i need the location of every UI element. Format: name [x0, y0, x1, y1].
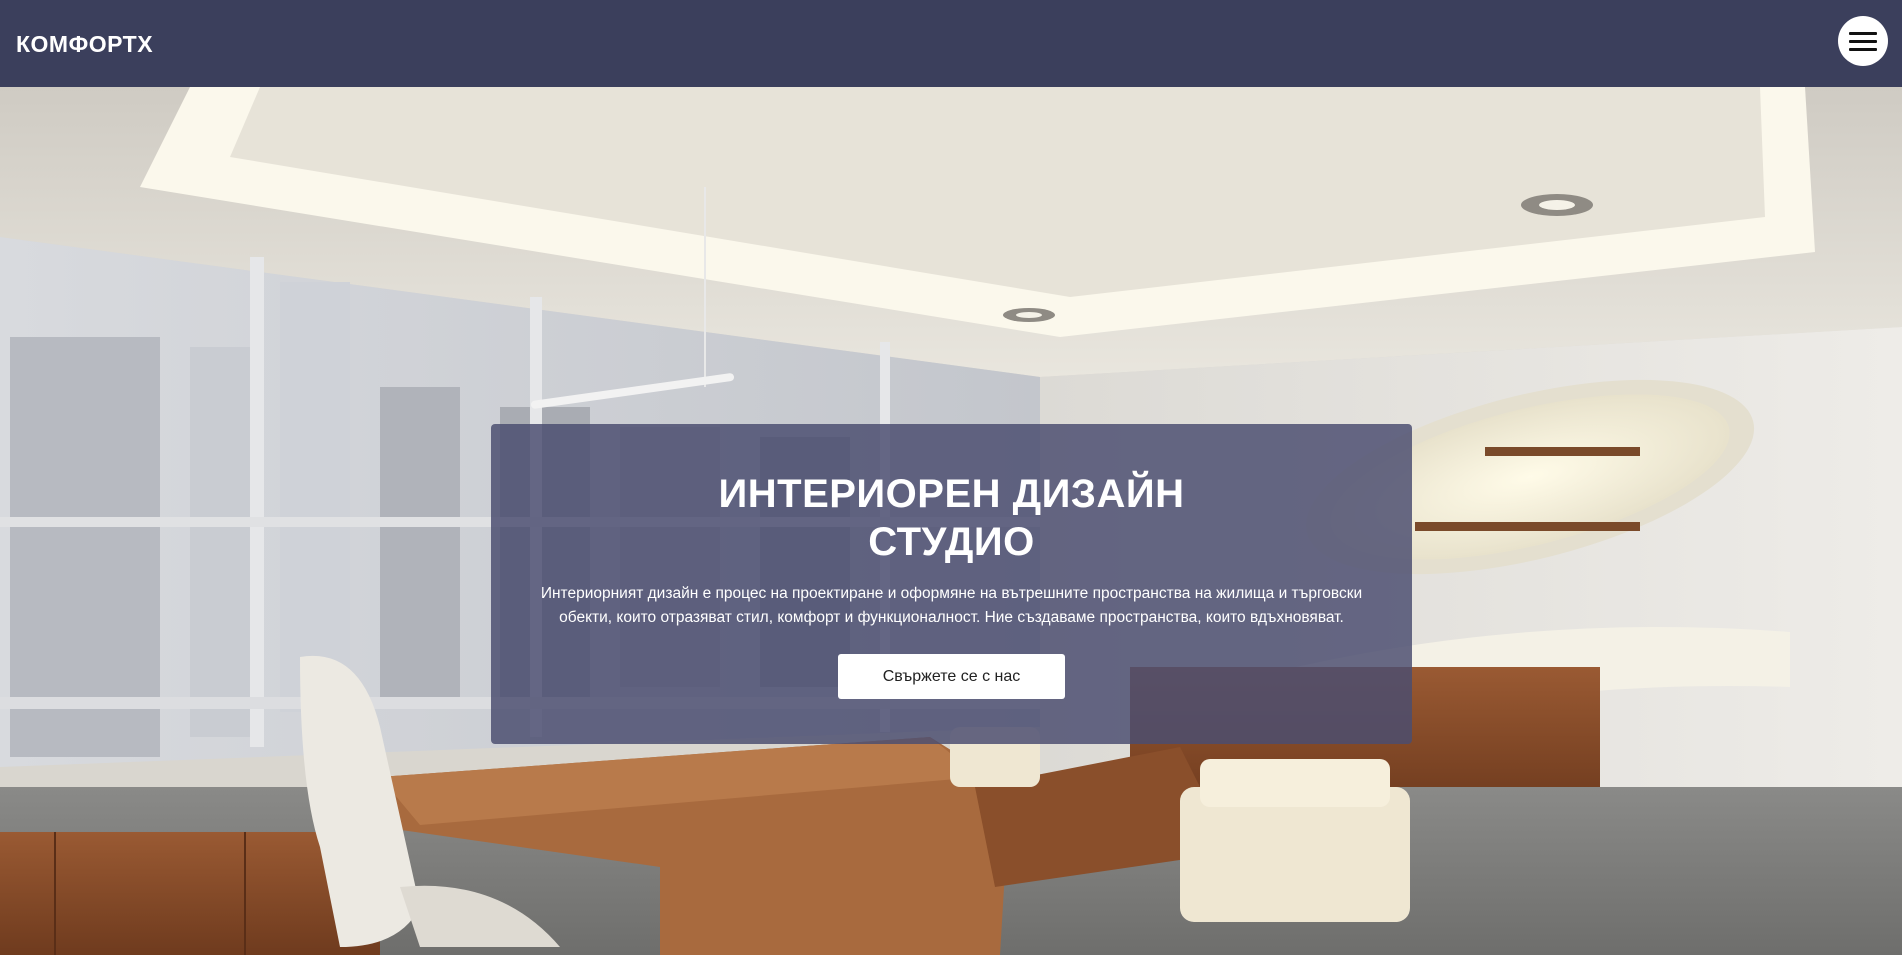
hero-description-line2: обекти, които отразяват стил, комфорт и …	[559, 609, 1344, 626]
hero-card: ИНТЕРИОРЕН ДИЗАЙН СТУДИО Интериорният ди…	[491, 424, 1412, 744]
menu-button[interactable]	[1838, 16, 1888, 66]
hero-description: Интериорният дизайн е процес на проектир…	[531, 582, 1372, 630]
site-header: КОМФОРТХ	[0, 0, 1902, 87]
hero-title-line2: СТУДИО	[868, 520, 1035, 564]
page: КОМФОРТХ ИНТЕРИОРЕН ДИЗАЙН СТУДИО Интери…	[0, 0, 1902, 955]
hero-description-line1: Интериорният дизайн е процес на проектир…	[540, 585, 1363, 602]
contact-us-button[interactable]: Свържете се с нас	[838, 654, 1065, 699]
brand-logo[interactable]: КОМФОРТХ	[16, 31, 153, 58]
hero-title: ИНТЕРИОРЕН ДИЗАЙН СТУДИО	[491, 470, 1412, 566]
hero-title-line1: ИНТЕРИОРЕН ДИЗАЙН	[718, 472, 1185, 516]
